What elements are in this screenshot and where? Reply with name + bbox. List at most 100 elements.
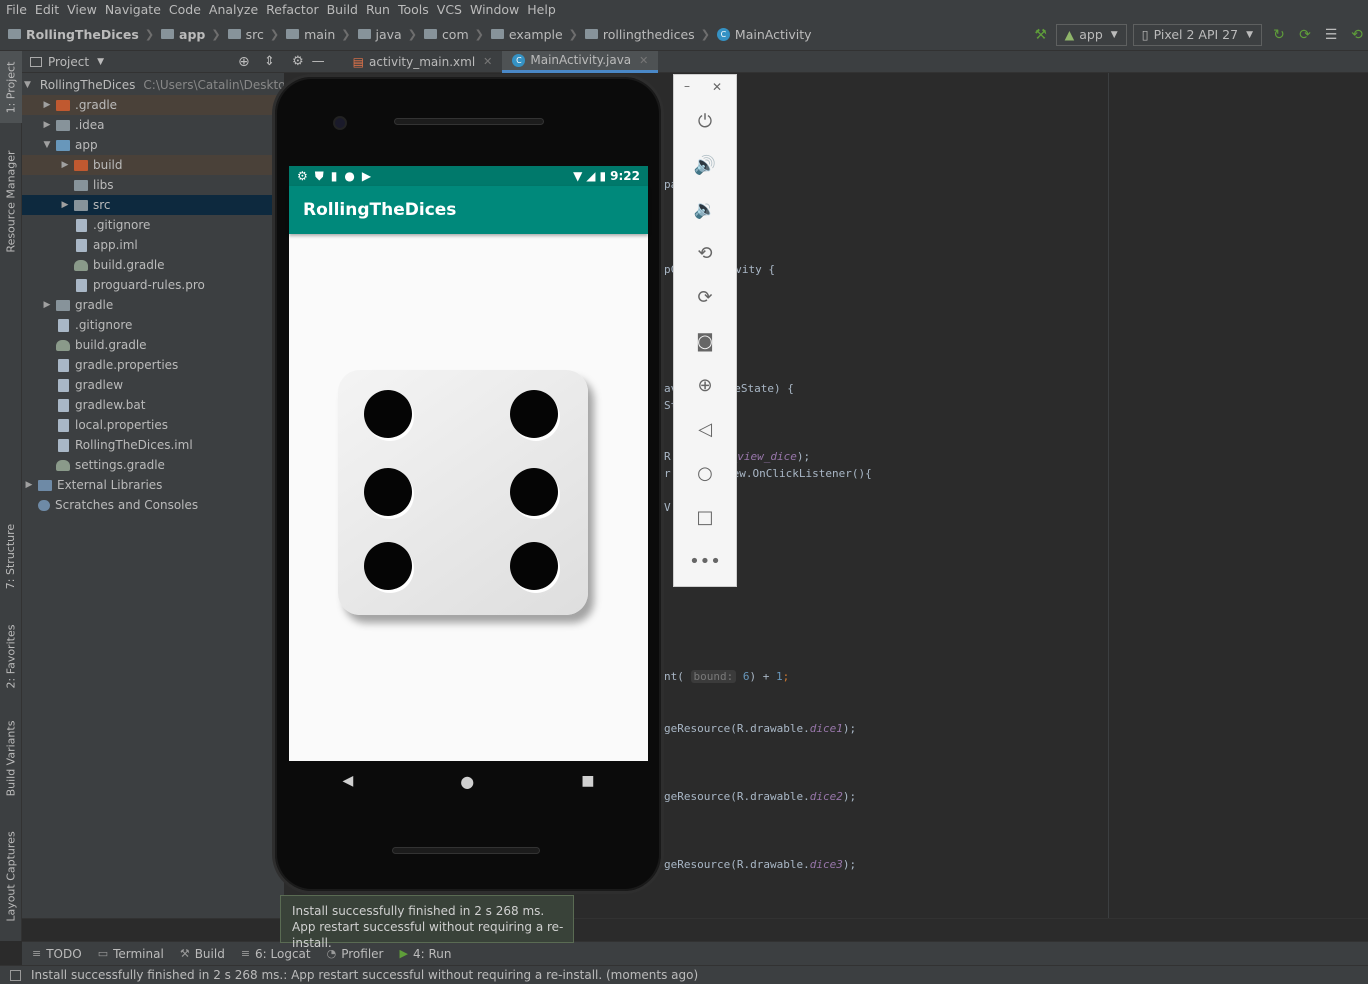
scratches-icon bbox=[38, 499, 50, 511]
align-icon[interactable]: ☰ bbox=[1320, 24, 1342, 46]
tree-item[interactable]: app.iml bbox=[22, 235, 284, 255]
tree-item[interactable]: RollingTheDices.iml bbox=[22, 435, 284, 455]
apply-changes-icon[interactable]: ↻ bbox=[1268, 24, 1290, 46]
run-config-label: app bbox=[1079, 27, 1103, 42]
project-view-select[interactable]: Project bbox=[48, 55, 89, 69]
run-config-select[interactable]: ▲ app ▼ bbox=[1055, 23, 1127, 46]
sync-icon[interactable]: ⟲ bbox=[1346, 24, 1368, 46]
tool-build[interactable]: ⚒ Build bbox=[180, 947, 225, 961]
close-icon[interactable]: ✕ bbox=[639, 54, 648, 67]
tree-item[interactable]: ▼ app bbox=[22, 135, 284, 155]
status-toggle-icon[interactable] bbox=[10, 969, 21, 981]
chevron-right-icon: ❯ bbox=[211, 27, 221, 41]
breadcrumb-project[interactable]: RollingTheDices bbox=[26, 27, 139, 42]
apply-code-changes-icon[interactable]: ⟳ bbox=[1294, 24, 1316, 46]
tree-item[interactable]: proguard-rules.pro bbox=[22, 275, 284, 295]
menu-vcs[interactable]: VCS bbox=[433, 2, 466, 17]
tree-item[interactable]: ▶ External Libraries bbox=[22, 475, 284, 495]
power-icon[interactable]: ⏻ bbox=[674, 106, 736, 136]
tab-layout-captures[interactable]: Layout Captures bbox=[0, 826, 22, 926]
home-icon[interactable]: ● bbox=[460, 772, 474, 791]
tool-todo[interactable]: ≡ TODO bbox=[32, 947, 82, 961]
breadcrumb-com[interactable]: com bbox=[442, 27, 469, 42]
tree-item[interactable]: libs bbox=[22, 175, 284, 195]
menu-view[interactable]: View bbox=[63, 2, 101, 17]
screenshot-icon[interactable]: ◙ bbox=[674, 326, 736, 356]
tree-item[interactable]: gradlew bbox=[22, 375, 284, 395]
menu-tools[interactable]: Tools bbox=[394, 2, 433, 17]
menu-refactor[interactable]: Refactor bbox=[262, 2, 322, 17]
notification-balloon[interactable]: Install successfully finished in 2 s 268… bbox=[280, 895, 574, 950]
menu-navigate[interactable]: Navigate bbox=[101, 2, 165, 17]
volume-down-icon[interactable]: 🔉 bbox=[674, 194, 736, 224]
menu-window[interactable]: Window bbox=[466, 2, 523, 17]
zoom-icon[interactable]: ⊕ bbox=[674, 370, 736, 400]
minimize-icon[interactable]: — bbox=[312, 54, 325, 69]
menu-edit[interactable]: Edit bbox=[31, 2, 63, 17]
tab-structure[interactable]: 7: Structure bbox=[0, 516, 22, 596]
status-message[interactable]: Install successfully finished in 2 s 268… bbox=[31, 968, 698, 982]
minimize-icon[interactable]: – bbox=[684, 79, 690, 93]
volume-up-icon[interactable]: 🔊 bbox=[674, 150, 736, 180]
breadcrumb-example[interactable]: example bbox=[509, 27, 563, 42]
locate-icon[interactable]: ⊕ bbox=[238, 54, 250, 70]
tab-activity-main-xml[interactable]: ▤ activity_main.xml ✕ bbox=[343, 51, 503, 73]
tab-favorites[interactable]: 2: Favorites bbox=[0, 616, 22, 696]
breadcrumb-src[interactable]: src bbox=[246, 27, 264, 42]
tree-item[interactable]: ▶ src bbox=[22, 195, 284, 215]
tab-build-variants[interactable]: Build Variants bbox=[0, 711, 22, 806]
tree-item[interactable]: build.gradle bbox=[22, 335, 284, 355]
gear-icon[interactable]: ⚙ bbox=[292, 54, 304, 69]
collapse-icon[interactable]: ⇕ bbox=[264, 54, 275, 69]
tree-item[interactable]: settings.gradle bbox=[22, 455, 284, 475]
chevron-down-icon[interactable]: ▼ bbox=[97, 57, 104, 67]
back-icon[interactable]: ◁ bbox=[674, 414, 736, 444]
close-icon[interactable]: ✕ bbox=[483, 55, 492, 68]
breadcrumb-java[interactable]: java bbox=[376, 27, 402, 42]
tab-resource-manager[interactable]: Resource Manager bbox=[0, 141, 22, 261]
chevron-right-icon: ❯ bbox=[700, 27, 710, 41]
rotate-left-icon[interactable]: ⟲ bbox=[674, 238, 736, 268]
tree-item[interactable]: ▶ build bbox=[22, 155, 284, 175]
horizontal-scrollbar[interactable] bbox=[22, 918, 1368, 940]
tree-item[interactable]: Scratches and Consoles bbox=[22, 495, 284, 515]
breadcrumb-main[interactable]: main bbox=[304, 27, 335, 42]
file-icon bbox=[58, 318, 69, 332]
tree-item[interactable]: local.properties bbox=[22, 415, 284, 435]
overview-icon[interactable]: □ bbox=[674, 502, 736, 532]
tree-item[interactable]: ▶ .idea bbox=[22, 115, 284, 135]
tree-item[interactable]: ▶ .gradle bbox=[22, 95, 284, 115]
home-icon[interactable]: ○ bbox=[674, 458, 736, 488]
status-bar: Install successfully finished in 2 s 268… bbox=[0, 965, 1368, 984]
dice-image[interactable] bbox=[338, 370, 588, 615]
folder-icon bbox=[423, 29, 437, 39]
close-icon[interactable]: ✕ bbox=[712, 80, 722, 94]
tree-item[interactable]: .gitignore bbox=[22, 315, 284, 335]
breadcrumb-package[interactable]: rollingthedices bbox=[603, 27, 695, 42]
recents-icon[interactable]: ■ bbox=[581, 773, 594, 789]
menu-analyze[interactable]: Analyze bbox=[205, 2, 262, 17]
tree-item[interactable]: gradlew.bat bbox=[22, 395, 284, 415]
breadcrumb-class[interactable]: MainActivity bbox=[735, 27, 812, 42]
menu-code[interactable]: Code bbox=[165, 2, 205, 17]
editor-tabs: ⚙ — ▤ activity_main.xml ✕ C MainActivity.ja… bbox=[284, 50, 1368, 73]
tree-item[interactable]: gradle.properties bbox=[22, 355, 284, 375]
rotate-right-icon[interactable]: ⟳ bbox=[674, 282, 736, 312]
menu-file[interactable]: File bbox=[2, 2, 31, 17]
menu-help[interactable]: Help bbox=[523, 2, 560, 17]
tree-item[interactable]: build.gradle bbox=[22, 255, 284, 275]
menu-build[interactable]: Build bbox=[323, 2, 362, 17]
tool-terminal[interactable]: ▭ Terminal bbox=[98, 947, 164, 961]
tree-item-root[interactable]: ▼ RollingTheDices C:\Users\Catalin\Desktop bbox=[22, 75, 293, 95]
menu-run[interactable]: Run bbox=[362, 2, 394, 17]
tree-item[interactable]: ▶ gradle bbox=[22, 295, 284, 315]
tree-item[interactable]: .gitignore bbox=[22, 215, 284, 235]
tab-project[interactable]: 1: Project bbox=[0, 51, 22, 123]
hammer-icon: ⚒ bbox=[179, 947, 190, 960]
breadcrumb-app[interactable]: app bbox=[179, 27, 205, 42]
hammer-icon[interactable]: ⚒ bbox=[1030, 24, 1052, 46]
back-icon[interactable]: ◀ bbox=[343, 773, 354, 789]
tab-mainactivity-java[interactable]: C MainActivity.java ✕ bbox=[502, 50, 659, 73]
device-select[interactable]: ▯ Pixel 2 API 27 ▼ bbox=[1132, 23, 1262, 46]
more-icon[interactable]: ••• bbox=[674, 546, 736, 576]
